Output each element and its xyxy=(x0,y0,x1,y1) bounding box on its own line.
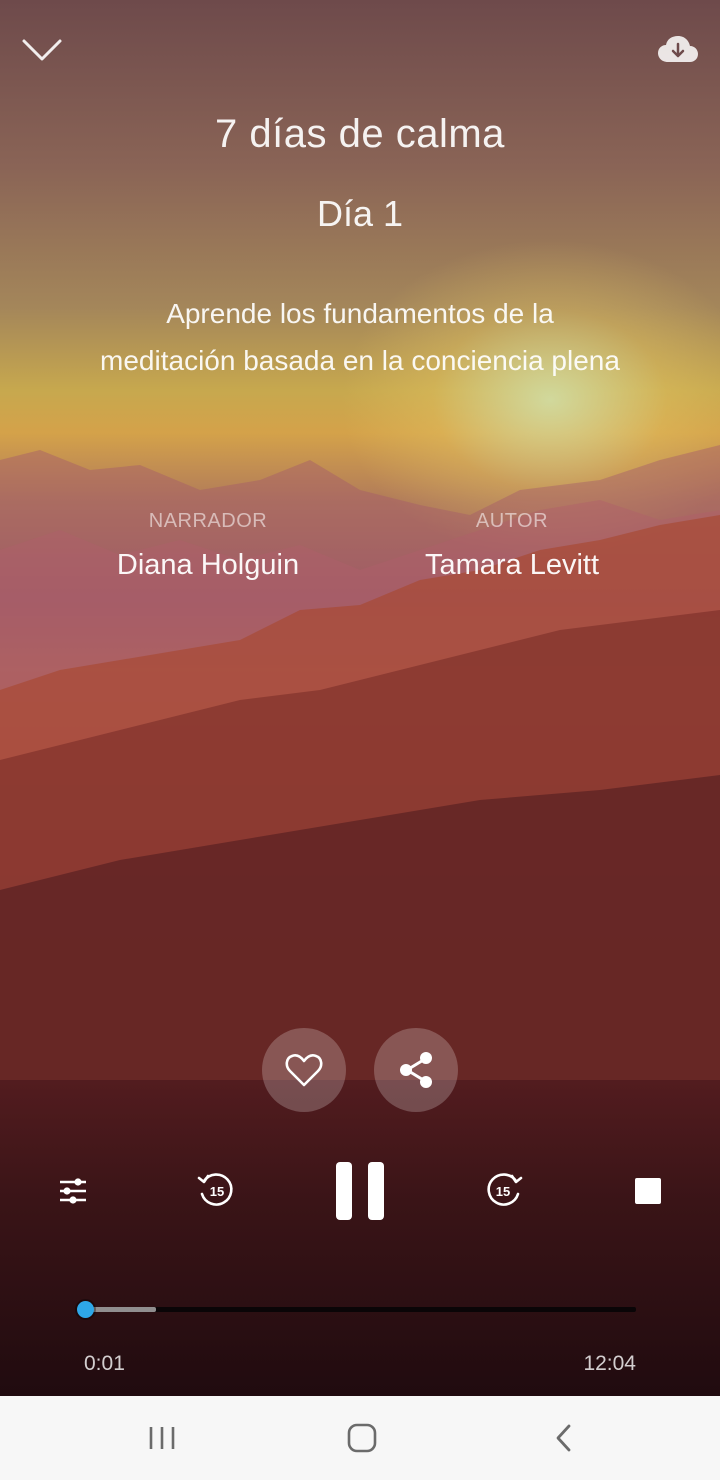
forward-15-icon: 15 xyxy=(487,1173,523,1206)
chevron-down-icon xyxy=(22,39,62,61)
forward-button[interactable]: 15 xyxy=(480,1166,528,1214)
sliders-icon xyxy=(60,1178,86,1204)
forward-seconds: 15 xyxy=(496,1184,510,1199)
player-screen: 7 días de calma Día 1 Aprende los fundam… xyxy=(0,0,720,1396)
share-icon xyxy=(400,1052,432,1088)
narrator-name: Diana Holguin xyxy=(116,549,300,581)
cloud-download-icon xyxy=(658,36,698,62)
download-button[interactable] xyxy=(656,30,700,70)
narrator-label: NARRADOR xyxy=(148,510,268,532)
author-block: AUTOR Tamara Levitt xyxy=(362,510,662,582)
collapse-button[interactable] xyxy=(20,30,64,70)
pause-icon xyxy=(336,1162,384,1220)
author-name: Tamara Levitt xyxy=(424,549,600,581)
heart-icon xyxy=(285,1054,323,1087)
pause-button[interactable] xyxy=(330,1158,390,1224)
author-label: AUTOR xyxy=(475,510,549,532)
session-title: 7 días de calma xyxy=(215,112,505,156)
current-time: 0:01 xyxy=(84,1352,125,1375)
rewind-seconds: 15 xyxy=(210,1184,224,1199)
recent-apps-button[interactable] xyxy=(132,1416,192,1460)
stop-icon xyxy=(635,1178,661,1204)
rewind-button[interactable]: 15 xyxy=(192,1166,240,1214)
rewind-15-icon: 15 xyxy=(197,1173,233,1206)
system-navigation-bar xyxy=(0,1396,720,1480)
total-time: 12:04 xyxy=(583,1352,636,1375)
back-button[interactable] xyxy=(534,1416,594,1460)
home-icon xyxy=(347,1423,377,1453)
recent-apps-icon xyxy=(149,1427,175,1449)
stop-button[interactable] xyxy=(630,1173,666,1209)
share-button[interactable] xyxy=(374,1028,458,1112)
progress-buffered xyxy=(84,1307,156,1312)
back-icon xyxy=(556,1424,571,1452)
narrator-block: NARRADOR Diana Holguin xyxy=(58,510,358,582)
progress-bar[interactable] xyxy=(76,1301,636,1318)
favorite-button[interactable] xyxy=(262,1028,346,1112)
session-day: Día 1 xyxy=(316,193,404,234)
progress-thumb[interactable] xyxy=(76,1301,94,1318)
home-button[interactable] xyxy=(332,1416,392,1460)
session-description: Aprende los fundamentos de la meditación… xyxy=(100,298,620,376)
settings-button[interactable] xyxy=(52,1170,94,1212)
